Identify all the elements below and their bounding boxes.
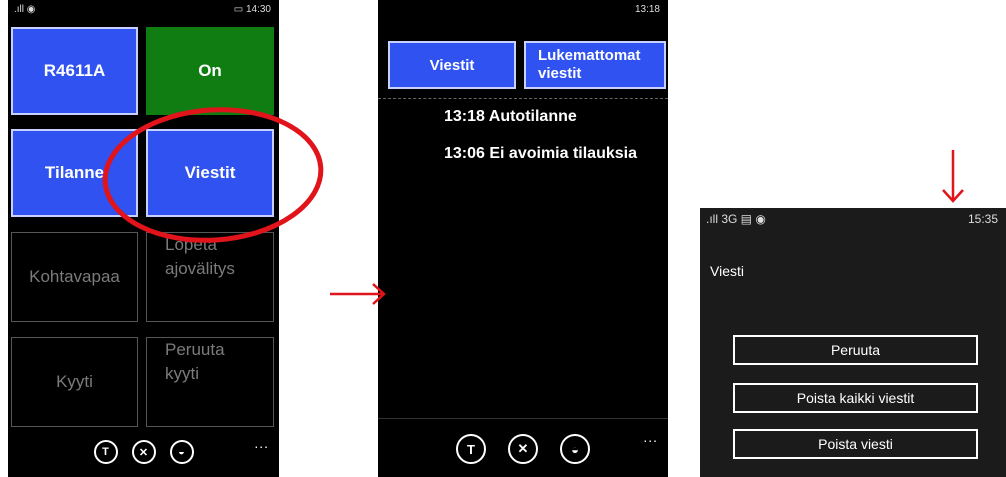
highlight-circle (102, 107, 324, 243)
annotation-layer (102, 107, 964, 305)
arrow-right-icon (330, 283, 386, 305)
arrow-down-icon (942, 150, 964, 203)
